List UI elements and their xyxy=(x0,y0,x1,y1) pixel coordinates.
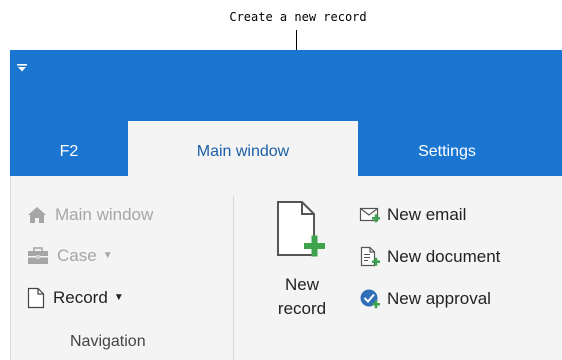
quick-access-dropdown-icon[interactable] xyxy=(17,64,27,72)
navigation-group-label: Navigation xyxy=(70,333,146,350)
new-document-item[interactable]: New document xyxy=(359,246,500,268)
nav-main-window-label: Main window xyxy=(55,205,154,224)
new-record-label: New record xyxy=(277,275,327,318)
nav-record[interactable]: Record ▼ xyxy=(27,287,124,309)
nav-case-label: Case xyxy=(57,246,97,265)
nav-record-label: Record xyxy=(53,288,108,307)
home-icon xyxy=(28,207,46,223)
tab-settings[interactable]: Settings xyxy=(358,121,536,176)
new-email-label: New email xyxy=(387,205,467,224)
record-dropdown-icon: ▼ xyxy=(113,291,124,303)
new-record-button[interactable]: New record xyxy=(262,197,342,327)
document-icon xyxy=(27,287,45,309)
title-bar xyxy=(10,50,562,121)
tab-main-window[interactable]: Main window xyxy=(128,121,358,176)
group-separator xyxy=(233,196,234,360)
case-icon xyxy=(28,247,48,264)
nav-main-window[interactable]: Main window xyxy=(27,204,153,226)
callout-text: Create a new record xyxy=(229,10,367,24)
new-document-label: New document xyxy=(387,247,501,266)
nav-case[interactable]: Case ▼ xyxy=(27,245,113,267)
new-record-icon xyxy=(277,201,325,257)
tab-f2[interactable]: F2 xyxy=(10,121,128,176)
new-email-item[interactable]: New email xyxy=(359,204,466,226)
approval-icon xyxy=(360,289,380,309)
case-dropdown-icon: ▼ xyxy=(102,249,113,261)
new-approval-item[interactable]: New approval xyxy=(359,288,491,310)
email-icon xyxy=(359,207,380,223)
new-approval-label: New approval xyxy=(387,289,491,308)
new-document-icon xyxy=(360,246,380,267)
